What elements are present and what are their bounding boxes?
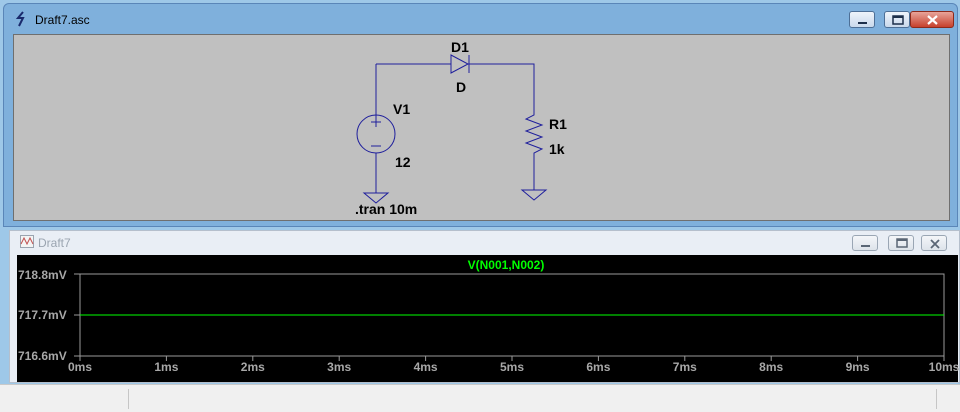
minimize-button[interactable] [849,11,875,28]
x-tick-label: 2ms [240,360,265,374]
waveform-window-title: Draft7 [38,236,71,250]
schematic-title-bar[interactable]: Draft7.asc [4,4,957,34]
status-divider [128,389,129,409]
source-ref-label[interactable]: V1 [393,101,410,117]
y-tick-label: 718.8mV [18,268,67,282]
close-icon [927,15,938,25]
minimize-icon [861,245,870,247]
waveform-viewer-icon [20,235,34,248]
resistor-value-label[interactable]: 1k [549,141,565,157]
schematic-window: Draft7.asc D1 D V1 12 R1 1k .tran 10m [3,3,958,227]
minimize-icon [858,22,867,24]
close-button[interactable] [910,11,954,28]
trace-label[interactable]: V(N001,N002) [468,258,545,272]
waveform-close-button[interactable] [921,235,947,251]
x-tick-label: 3ms [327,360,352,374]
waveform-window: Draft7 V(N001,N002) 718.8mV 717.7mV 716.… [9,230,960,383]
spice-directive-label[interactable]: .tran 10m [355,201,417,217]
wire-right-top [470,63,535,111]
wire-left-top [375,63,451,117]
x-tick-label: 5ms [499,360,525,374]
diode-symbol [450,54,470,74]
status-bar [0,384,960,412]
x-tick-label: 4ms [413,360,438,374]
source-value-label[interactable]: 12 [395,154,411,170]
x-tick-label: 0ms [67,360,93,374]
maximize-icon [896,238,908,248]
waveform-plot-area[interactable]: V(N001,N002) 718.8mV 717.7mV 716.6mV 0ms… [17,255,960,382]
schematic-canvas[interactable]: D1 D V1 12 R1 1k .tran 10m [13,34,950,221]
resistor-ref-label[interactable]: R1 [549,116,567,132]
x-tick-label: 7ms [672,360,697,374]
schematic-window-title: Draft7.asc [35,13,90,27]
ltspice-schematic-icon [15,11,25,27]
close-icon [930,239,940,249]
x-tick-label: 6ms [586,360,611,374]
status-divider [936,389,937,409]
waveform-minimize-button[interactable] [852,235,878,251]
x-tick-label: 1ms [154,360,179,374]
waveform-maximize-button[interactable] [888,235,914,251]
maximize-icon [892,15,904,25]
resistor-symbol [524,111,544,190]
x-tick-label: 8ms [759,360,784,374]
x-tick-label: 9ms [845,360,870,374]
y-tick-label: 716.6mV [18,349,67,363]
y-tick-label: 717.7mV [18,308,67,322]
diode-ref-label[interactable]: D1 [451,39,469,55]
circuit-drawing [356,54,548,204]
diode-model-label[interactable]: D [456,79,466,95]
maximize-button[interactable] [884,11,910,28]
ground-symbol-right [520,189,548,201]
x-tick-label: 10ms [928,360,960,374]
